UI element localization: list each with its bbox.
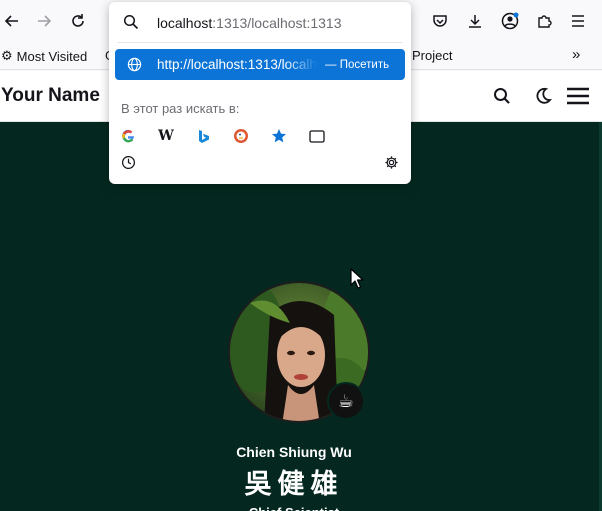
bookmark-label: Most Visited — [16, 48, 88, 64]
reload-button[interactable] — [66, 9, 90, 33]
bookmark-most-visited[interactable]: ⚙ Most Visited — [1, 48, 87, 64]
download-icon — [469, 15, 481, 28]
url-text[interactable]: localhost:1313/localhost:1313 — [157, 15, 341, 31]
browser-window: ⚙ Most Visited G Project » Your Name — [0, 0, 602, 511]
url-rest: :1313/localhost:1313 — [212, 15, 342, 31]
suggestion-visit-url[interactable]: http://localhost:1313/localhost:1313 — П… — [115, 49, 405, 80]
bookmark-project[interactable]: Project — [412, 48, 452, 63]
google-icon[interactable] — [118, 126, 138, 146]
search-icon — [494, 88, 510, 104]
site-menu-button[interactable] — [565, 84, 591, 108]
chevron-double-right-icon: » — [572, 46, 581, 63]
site-title[interactable]: Your Name — [1, 85, 100, 107]
pocket-button[interactable] — [428, 9, 452, 33]
search-with-label: В этот раз искать в: — [121, 101, 240, 116]
history-icon[interactable] — [119, 153, 137, 171]
pocket-icon — [433, 15, 447, 27]
globe-icon — [127, 57, 142, 72]
person-role: Chief Scientist — [0, 505, 588, 511]
app-menu-button[interactable] — [566, 9, 590, 33]
account-icon — [501, 12, 519, 30]
downloads-button[interactable] — [463, 9, 487, 33]
duckduckgo-icon[interactable] — [231, 126, 251, 146]
forward-arrow-icon — [38, 15, 52, 27]
visit-label: Посетить — [339, 59, 390, 71]
coffee-badge: ☕ — [327, 382, 365, 420]
back-arrow-icon — [4, 15, 18, 27]
gear-icon: ⚙ — [1, 48, 13, 63]
bookmark-label: Project — [412, 48, 453, 63]
suggestion-separator: — — [325, 59, 337, 71]
tabs-icon[interactable] — [307, 126, 327, 146]
bookmarks-star-icon[interactable] — [269, 126, 289, 146]
back-button[interactable] — [0, 9, 24, 33]
mouse-cursor-icon — [350, 268, 364, 289]
urlbar-dropdown: localhost:1313/localhost:1313 http://loc… — [109, 2, 411, 184]
forward-button[interactable] — [32, 9, 56, 33]
wikipedia-icon[interactable]: W — [156, 126, 176, 146]
puzzle-icon — [538, 15, 552, 28]
bing-icon[interactable] — [194, 126, 214, 146]
suggestion-url: http://localhost:1313/localhost:1313 — [157, 57, 317, 72]
suggestion-action: — Посетить — [325, 59, 389, 71]
url-input[interactable]: localhost:1313/localhost:1313 — [109, 2, 411, 42]
theme-toggle-button[interactable] — [531, 84, 555, 108]
site-search-button[interactable] — [490, 84, 514, 108]
person-name: Chien Shiung Wu — [236, 444, 352, 460]
search-settings-gear-icon[interactable] — [382, 153, 400, 171]
hamburger-menu-icon — [567, 87, 589, 105]
person-name-chinese: 吳健雄 — [244, 469, 344, 500]
hamburger-menu-icon — [572, 15, 584, 27]
coffee-cup-icon: ☕ — [337, 390, 355, 411]
account-button[interactable] — [498, 9, 522, 33]
reload-icon — [72, 14, 84, 27]
url-host: localhost — [157, 15, 213, 31]
search-icon — [123, 14, 139, 30]
bookmarks-overflow-button[interactable]: » — [572, 46, 580, 63]
moon-icon — [536, 87, 552, 104]
divider — [117, 42, 403, 43]
extensions-button[interactable] — [532, 9, 556, 33]
